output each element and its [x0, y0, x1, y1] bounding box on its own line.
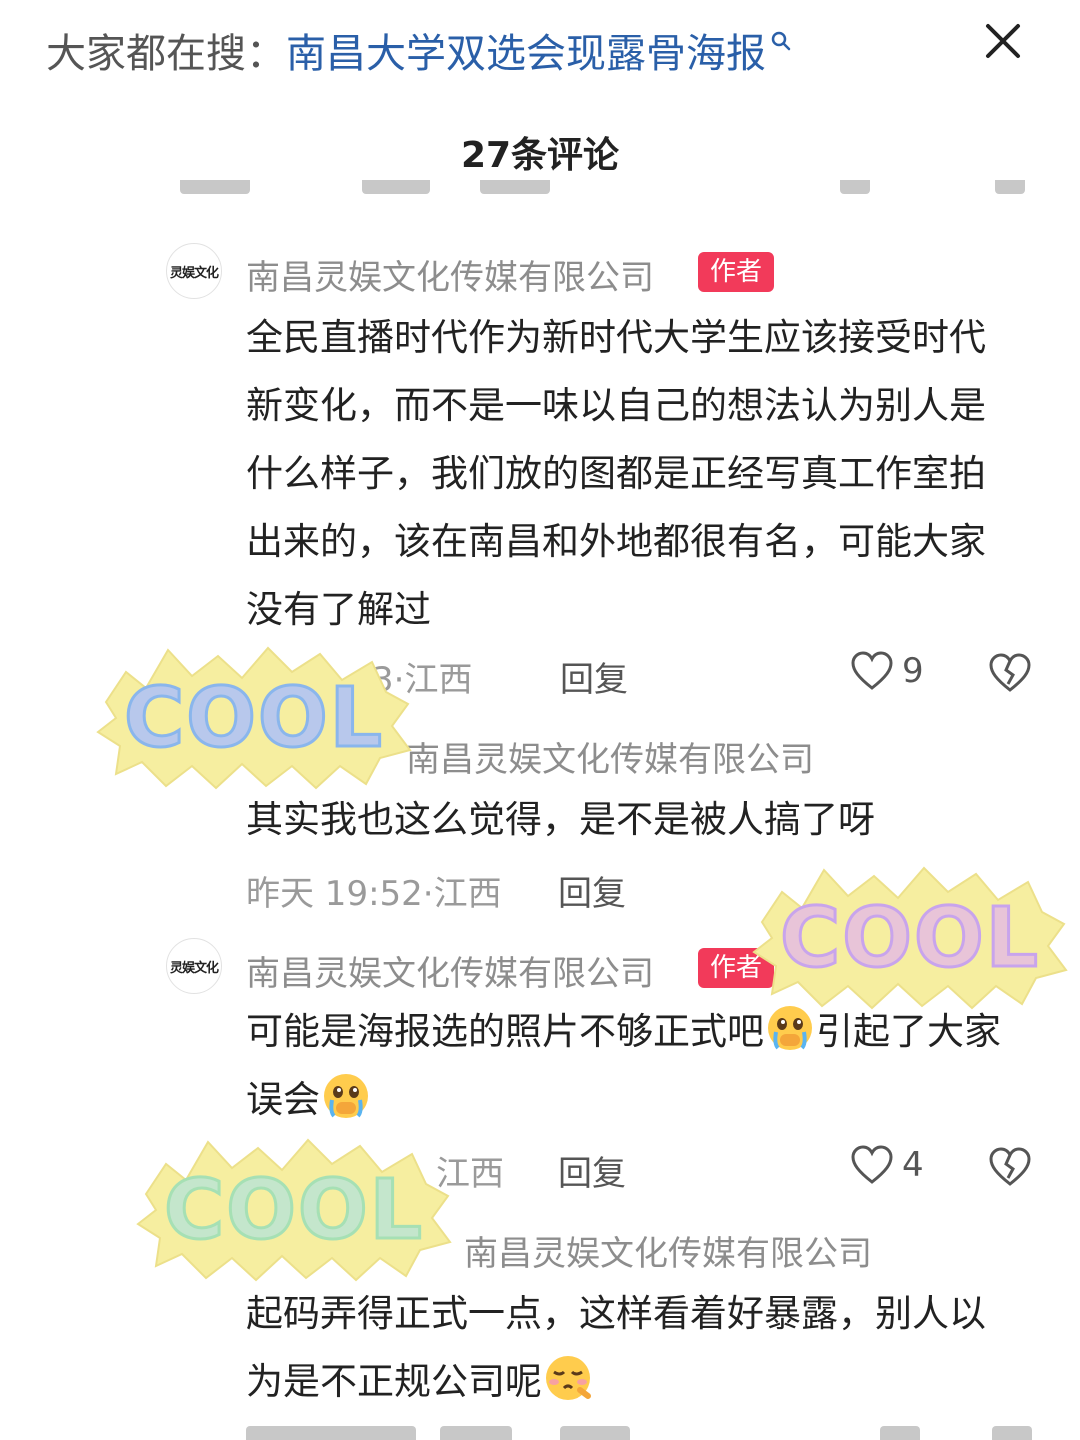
like-count: 4	[902, 1145, 924, 1185]
trending-search-bar[interactable]: 大家都在搜： 南昌大学双选会现露骨海报	[46, 22, 792, 78]
pouting-emoji-icon	[546, 1356, 591, 1400]
cool-sticker: COOL	[96, 646, 412, 790]
scrolled-off-comment-row	[0, 1420, 1080, 1440]
search-icon[interactable]	[770, 22, 792, 62]
author-badge: 作者	[698, 252, 775, 292]
comment-username[interactable]: 南昌灵娱文化传媒有限公司	[246, 250, 654, 299]
avatar-logo-text: 灵娱文化	[169, 960, 219, 976]
comment-text: 起码弄得正式一点，这样看着好暴露，别人以为是不正规公司呢	[246, 1280, 1016, 1416]
reply-button[interactable]: 回复	[560, 652, 628, 701]
reply-button[interactable]: 回复	[558, 1146, 626, 1195]
comment-username[interactable]: 南昌灵娱文化传媒有限公司	[406, 732, 814, 781]
sticker-text: COOL	[124, 671, 384, 766]
trending-search-prefix: 大家都在搜：	[46, 31, 286, 77]
broken-heart-icon	[989, 1147, 1031, 1186]
heart-icon	[851, 651, 893, 690]
scrolled-off-comment-row	[0, 180, 1080, 214]
avatar-logo-text: 灵娱文化	[169, 265, 219, 281]
avatar[interactable]: 灵娱文化	[166, 938, 222, 994]
sticker-text: COOL	[780, 891, 1040, 986]
broken-heart-icon	[989, 653, 1031, 692]
comment-username[interactable]: 南昌灵娱文化传媒有限公司	[464, 1226, 872, 1275]
close-icon[interactable]	[980, 18, 1026, 64]
comment-text-part: 起码弄得正式一点，这样看着好暴露，别人以为是不正规公司呢	[246, 1292, 986, 1403]
cool-sticker: COOL	[752, 866, 1068, 1010]
dislike-button[interactable]	[988, 1146, 1032, 1192]
comment-username[interactable]: 南昌灵娱文化传媒有限公司	[246, 946, 654, 995]
sticker-text: COOL	[164, 1163, 424, 1258]
avatar[interactable]: 灵娱文化	[166, 243, 222, 299]
like-button[interactable]: 9	[850, 650, 924, 692]
comment-text: 可能是海报选的照片不够正式吧 引起了大家误会	[246, 998, 1016, 1134]
crying-emoji-icon	[324, 1074, 368, 1118]
cool-sticker: COOL	[136, 1138, 452, 1282]
reply-button[interactable]: 回复	[558, 866, 626, 915]
comment-text: 其实我也这么觉得，是不是被人搞了呀	[246, 798, 875, 841]
heart-icon	[851, 1145, 893, 1184]
like-count: 9	[902, 651, 924, 691]
trending-search-link[interactable]: 南昌大学双选会现露骨海报	[286, 21, 766, 79]
like-button[interactable]: 4	[850, 1144, 924, 1186]
dislike-button[interactable]	[988, 652, 1032, 698]
comment-text-part: 可能是海报选的照片不够正式吧	[246, 1010, 764, 1053]
comment-meta: 昨天 19:52·江西	[246, 874, 502, 914]
comment-text: 全民直播时代作为新时代大学生应该接受时代新变化，而不是一味以自己的想法认为别人是…	[246, 316, 986, 631]
comment-count-title: 27条评论	[460, 135, 620, 176]
